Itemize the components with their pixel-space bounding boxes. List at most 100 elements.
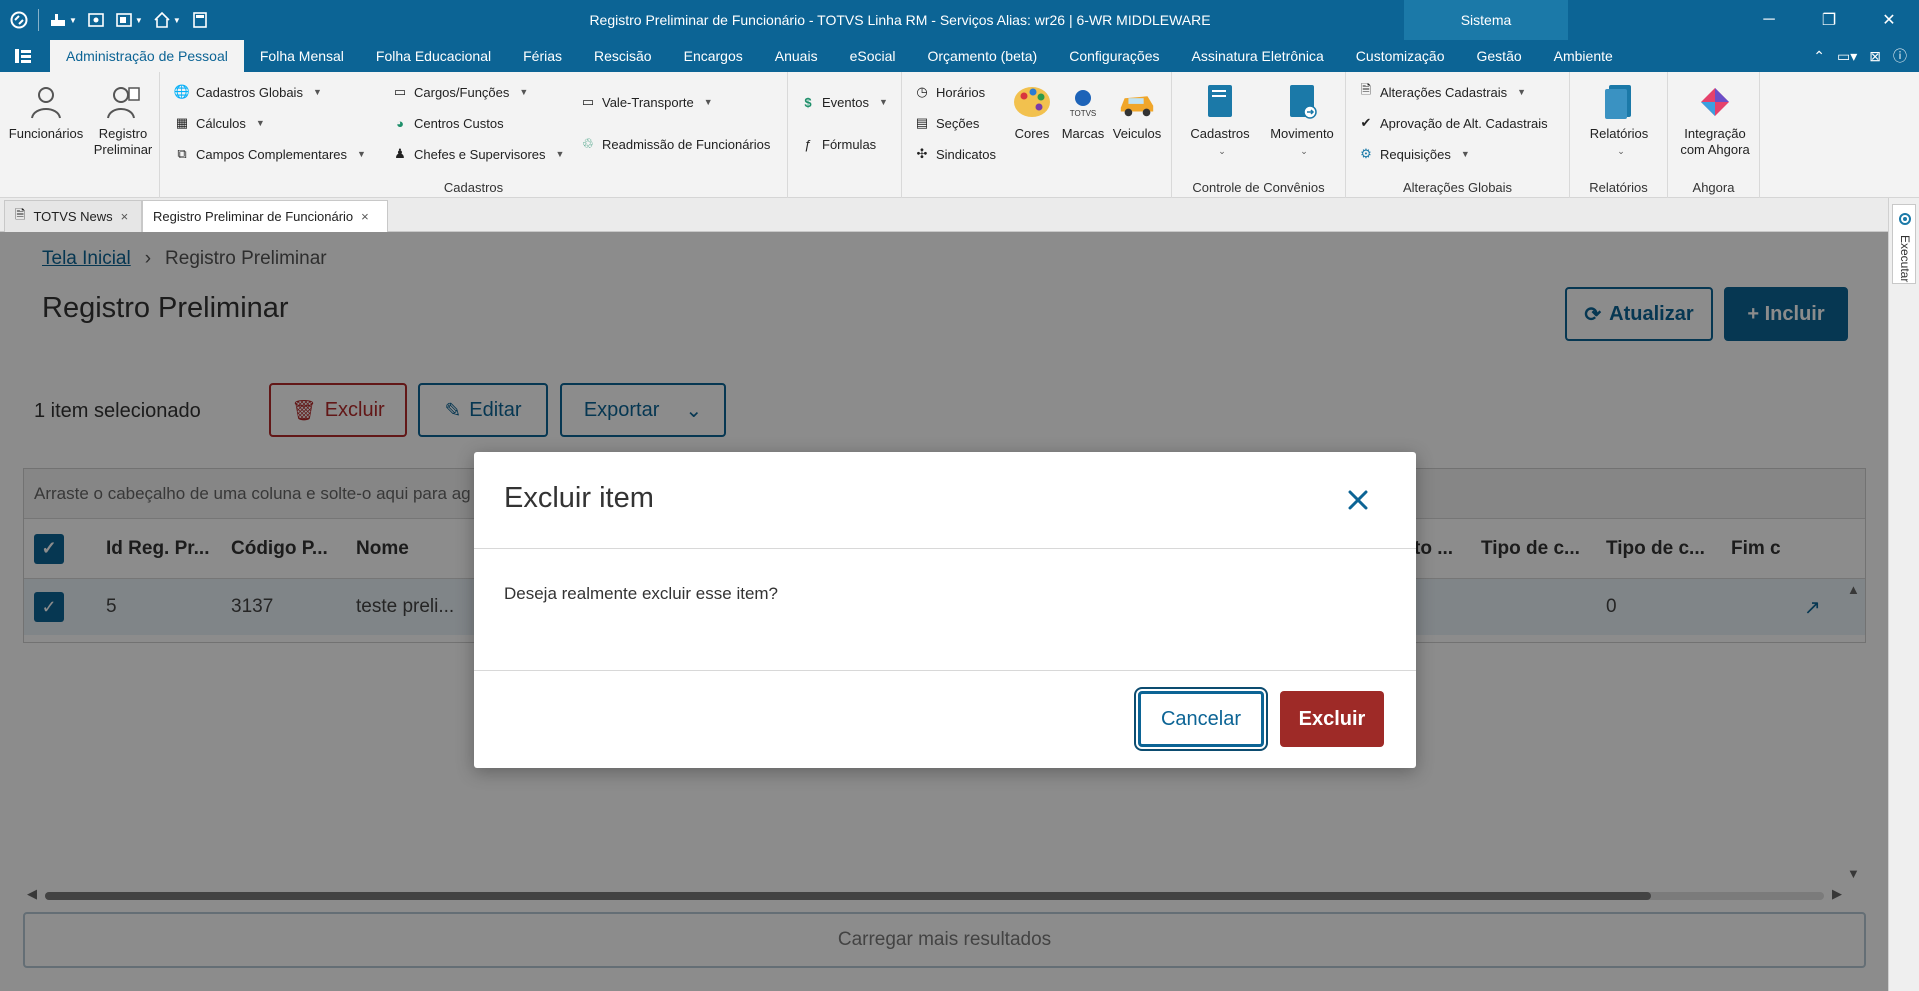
formulas-label: Fórmulas xyxy=(822,136,877,152)
funcionarios-label: Funcionários xyxy=(8,126,84,141)
menu-tab-administracao[interactable]: Administração de Pessoal xyxy=(50,40,244,72)
marcas-button[interactable]: TOTVS Marcas xyxy=(1058,82,1108,142)
chevron-down-icon: ▼ xyxy=(878,97,888,107)
horarios-button[interactable]: ◷ Horários xyxy=(914,84,985,100)
requisicoes-button[interactable]: ⚙ Requisições ▼ xyxy=(1358,146,1470,162)
centros-custos-label: Centros Custos xyxy=(414,115,504,131)
chefes-supervisores-button[interactable]: ♟ Chefes e Supervisores ▼ xyxy=(392,146,564,162)
gear-icon: ⚙ xyxy=(1360,146,1372,161)
toolbar-separator xyxy=(38,9,39,31)
cargos-funcoes-button[interactable]: ▭ Cargos/Funções ▼ xyxy=(392,84,528,100)
collapse-ribbon-icon[interactable]: ⌃ xyxy=(1813,48,1825,65)
restore-icon[interactable]: ❐ xyxy=(1799,0,1859,40)
layout-dropdown-icon[interactable]: ▭▾ xyxy=(1837,48,1857,65)
menu-tab-encargos[interactable]: Encargos xyxy=(668,40,759,72)
alteracoes-cadastrais-label: Alterações Cadastrais xyxy=(1380,84,1508,100)
close-window-icon[interactable]: ✕ xyxy=(1859,0,1919,40)
executar-side-tab[interactable]: Executar xyxy=(1892,204,1916,284)
readmission-icon: ♲ xyxy=(582,136,594,151)
alteracoes-cadastrais-button[interactable]: 🗎 Alterações Cadastrais ▼ xyxy=(1358,82,1526,100)
calculos-button[interactable]: ▦ Cálculos ▼ xyxy=(174,115,265,131)
secoes-button[interactable]: ▤ Seções xyxy=(914,115,980,131)
sindicatos-label: Sindicatos xyxy=(936,146,996,162)
secoes-label: Seções xyxy=(936,115,980,131)
menu-tab-esocial[interactable]: eSocial xyxy=(834,40,912,72)
readmissao-button[interactable]: ♲ Readmissão de Funcionários xyxy=(580,136,770,152)
cores-button[interactable]: Cores xyxy=(1008,82,1056,142)
menu-tabs: Administração de Pessoal Folha Mensal Fo… xyxy=(50,40,1629,72)
cores-label: Cores xyxy=(1014,126,1050,141)
formulas-button[interactable]: ƒ Fórmulas xyxy=(800,136,876,152)
aprovacao-alt-button[interactable]: ✔ Aprovação de Alt. Cadastrais xyxy=(1358,115,1548,131)
vale-transporte-button[interactable]: ▭ Vale-Transporte ▼ xyxy=(580,94,713,110)
totvs-logo-icon[interactable] xyxy=(10,11,28,29)
home-icon[interactable]: ▼ xyxy=(153,11,181,29)
cadastros-convenios-label: Cadastros xyxy=(1190,126,1250,141)
requisicoes-label: Requisições xyxy=(1380,146,1451,162)
veiculos-button[interactable]: Veiculos xyxy=(1110,82,1164,142)
campos-complementares-button[interactable]: ⧉ Campos Complementares ▼ xyxy=(174,146,366,162)
ribbon-group-ahgora: Integração com Ahgora Ahgora xyxy=(1668,72,1760,198)
menu-tab-configuracoes[interactable]: Configurações xyxy=(1053,40,1175,72)
report-icon xyxy=(1599,82,1639,122)
menu-tab-assinatura[interactable]: Assinatura Eletrônica xyxy=(1176,40,1340,72)
marcas-label: Marcas xyxy=(1061,126,1105,141)
app-menu-icon[interactable] xyxy=(14,48,32,64)
campos-complementares-label: Campos Complementares xyxy=(196,146,348,162)
chevron-down-icon: ▼ xyxy=(703,97,713,107)
view-icon[interactable] xyxy=(87,11,105,29)
cancel-button[interactable]: Cancelar xyxy=(1138,691,1264,747)
menu-tab-folha-mensal[interactable]: Folha Mensal xyxy=(244,40,360,72)
menu-tab-gestao[interactable]: Gestão xyxy=(1461,40,1538,72)
tools-icon[interactable]: ⊠ xyxy=(1869,48,1881,65)
close-icon[interactable] xyxy=(1344,486,1372,514)
movimento-button[interactable]: Movimento ⌄ xyxy=(1262,82,1342,159)
help-icon[interactable]: ⓘ xyxy=(1893,46,1907,66)
quick-access-toolbar: ▼ ▼ ▼ xyxy=(10,0,209,40)
integracao-ahgora-label: Integração com Ahgora xyxy=(1680,126,1750,157)
relatorios-button[interactable]: Relatórios ⌄ xyxy=(1580,82,1658,159)
tab-registro-preliminar[interactable]: Registro Preliminar de Funcionário × xyxy=(142,200,388,232)
centros-custos-button[interactable]: ◕ Centros Custos xyxy=(392,115,504,131)
ribbon-group-relatorios: Relatórios ⌄ Relatórios xyxy=(1570,72,1668,198)
book-move-icon xyxy=(1282,82,1322,122)
movimento-label: Movimento xyxy=(1270,126,1334,141)
menu-tab-ambiente[interactable]: Ambiente xyxy=(1538,40,1629,72)
menu-tab-anuais[interactable]: Anuais xyxy=(759,40,834,72)
window-title: Registro Preliminar de Funcionário - TOT… xyxy=(589,12,1211,28)
pie-icon: ◕ xyxy=(396,115,404,131)
window-controls: ─ ❐ ✕ xyxy=(1739,0,1919,40)
ribbon-group-label: Controle de Convênios xyxy=(1192,180,1325,195)
sindicatos-button[interactable]: ✣ Sindicatos xyxy=(914,146,996,162)
calculator-icon[interactable] xyxy=(191,11,209,29)
document-tabs: 🗎 TOTVS News × Registro Preliminar de Fu… xyxy=(0,198,1919,232)
ribbon-group-cadastros: 🌐 Cadastros Globais ▼ ▦ Cálculos ▼ ⧉ Campos C… xyxy=(160,72,788,198)
registro-preliminar-button[interactable]: Registro Preliminar xyxy=(86,82,160,158)
layout-icon[interactable]: ▼ xyxy=(115,11,143,29)
connection-icon[interactable]: ▼ xyxy=(49,11,77,29)
eventos-button[interactable]: $ Eventos ▼ xyxy=(800,94,888,110)
dollar-icon: $ xyxy=(804,94,812,110)
cadastros-convenios-button[interactable]: Cadastros ⌄ xyxy=(1182,82,1258,159)
menu-tab-folha-educacional[interactable]: Folha Educacional xyxy=(360,40,507,72)
menu-tab-rescisao[interactable]: Rescisão xyxy=(578,40,668,72)
confirm-delete-button[interactable]: Excluir xyxy=(1280,691,1384,747)
chevron-down-icon: ▼ xyxy=(255,118,265,128)
minimize-icon[interactable]: ─ xyxy=(1739,0,1799,40)
news-icon: 🗎 xyxy=(15,206,26,222)
tab-totvs-news[interactable]: 🗎 TOTVS News × xyxy=(4,200,142,232)
relatorios-label: Relatórios xyxy=(1589,126,1649,141)
ahgora-logo-icon xyxy=(1695,82,1735,122)
chevron-down-icon: ▼ xyxy=(555,149,565,159)
menu-tab-ferias[interactable]: Férias xyxy=(507,40,578,72)
funcionarios-button[interactable]: Funcionários xyxy=(6,82,86,142)
integracao-ahgora-button[interactable]: Integração com Ahgora xyxy=(1672,82,1758,158)
cadastros-globais-button[interactable]: 🌐 Cadastros Globais ▼ xyxy=(174,84,322,100)
menu-right-controls: ⌃ ▭▾ ⊠ ⓘ xyxy=(1813,40,1907,72)
close-icon[interactable]: × xyxy=(121,209,129,224)
close-icon[interactable]: × xyxy=(361,209,369,224)
menu-tab-orcamento[interactable]: Orçamento (beta) xyxy=(912,40,1054,72)
menu-tab-customizacao[interactable]: Customização xyxy=(1340,40,1461,72)
veiculos-label: Veiculos xyxy=(1112,126,1162,141)
ribbon-group-eventos: $ Eventos ▼ ƒ Fórmulas xyxy=(788,72,902,198)
